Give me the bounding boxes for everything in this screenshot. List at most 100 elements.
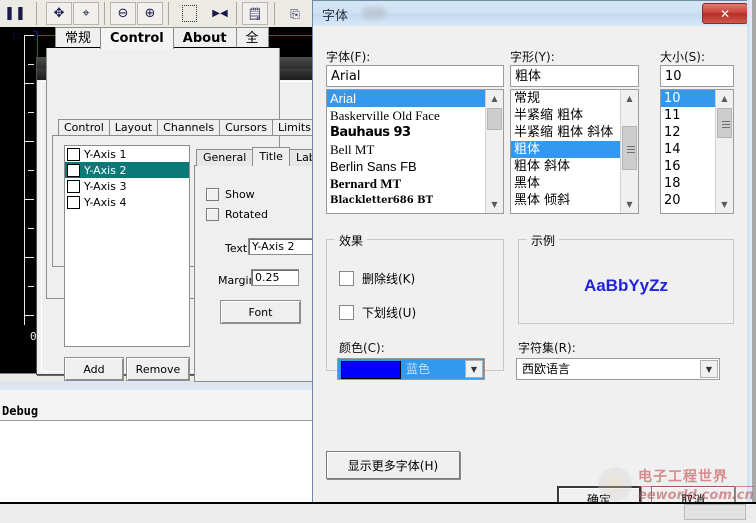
axis-checkbox[interactable] [67, 147, 80, 161]
pan-button[interactable]: ✥ [46, 2, 72, 25]
tab-control[interactable]: Control [100, 27, 174, 49]
axis-tick [24, 199, 34, 200]
font-family-listbox[interactable]: Arial Baskerville Old Face Bauhaus 93 Be… [326, 89, 504, 214]
list-item[interactable]: 半紧缩 粗体 [511, 107, 621, 124]
list-item[interactable]: 12 [661, 124, 716, 141]
list-item[interactable]: 粗体 [511, 141, 621, 158]
list-item[interactable]: Arial [327, 90, 486, 107]
font-style-input[interactable]: 粗体 [510, 65, 639, 87]
properties-button[interactable]: 🗒 [242, 2, 268, 25]
show-checkbox-row[interactable]: Show [206, 188, 255, 201]
list-item[interactable]: 20 [661, 192, 716, 209]
list-item[interactable]: 18 [661, 175, 716, 192]
show-label: Show [225, 188, 255, 201]
scroll-down-icon[interactable]: ▼ [621, 196, 638, 213]
margin-input[interactable]: 0.25 [251, 269, 299, 286]
zoom-out-button[interactable]: ⊖ [110, 2, 136, 25]
list-item[interactable]: Bernard MT [327, 175, 486, 192]
axis-checkbox[interactable] [67, 163, 80, 177]
debug-label: Debug [2, 404, 39, 418]
list-item[interactable]: Bell MT [327, 141, 486, 158]
rotated-checkbox[interactable] [206, 208, 219, 221]
axis-tick [24, 83, 34, 84]
scrollbar-thumb[interactable] [487, 108, 502, 130]
zoom-in-button[interactable]: ⊕ [137, 2, 163, 25]
title-text-input[interactable]: Y-Axis 2 [248, 238, 318, 255]
scrollbar-vertical[interactable]: ▲ ▼ [485, 90, 503, 213]
underline-checkbox[interactable] [339, 305, 354, 320]
scroll-up-icon[interactable]: ▲ [486, 90, 503, 107]
list-item[interactable]: 黑体 倾斜 [511, 192, 621, 209]
show-checkbox[interactable] [206, 188, 219, 201]
subtab-channels[interactable]: Channels [157, 119, 221, 136]
y-axis-listbox[interactable]: Y-Axis 1 Y-Axis 2 Y-Axis 3 Y-Axis 4 [64, 145, 190, 347]
tab-all[interactable]: 全 [235, 27, 269, 47]
taskbar[interactable] [0, 502, 756, 523]
font-dialog-titlebar[interactable]: 字体 ✕ [313, 1, 755, 26]
charset-combobox[interactable]: 西欧语言 ▼ [516, 358, 720, 380]
sample-group: 示例 AaBbYyZz [518, 232, 734, 324]
list-item[interactable]: Baskerville Old Face [327, 107, 486, 124]
close-button[interactable]: ✕ [702, 3, 748, 24]
taskbar-tray[interactable] [684, 504, 746, 520]
font-size-listbox[interactable]: 10 11 12 14 16 18 20 ▲ ▼ [660, 89, 734, 214]
list-item[interactable]: Blackletter686 BT [327, 192, 486, 209]
font-button[interactable]: Font [220, 300, 301, 324]
list-item[interactable]: 11 [661, 107, 716, 124]
add-button[interactable]: Add [64, 357, 124, 381]
list-item[interactable]: Y-Axis 3 [65, 178, 189, 194]
list-item[interactable]: Bauhaus 93 [327, 124, 486, 141]
list-item[interactable]: 14 [661, 141, 716, 158]
list-item[interactable]: 常规 [511, 90, 621, 107]
chevron-down-icon[interactable]: ▼ [465, 360, 483, 378]
zoom-region-button[interactable]: ⌖ [73, 2, 99, 25]
subtab-cursors[interactable]: Cursors [219, 119, 273, 136]
axis-tick-minor [28, 112, 34, 113]
scroll-down-icon[interactable]: ▼ [716, 196, 733, 213]
pause-button[interactable]: ❚❚ [2, 2, 28, 25]
toolbar-separator [36, 2, 37, 25]
strikeout-checkbox[interactable] [339, 271, 354, 286]
list-item[interactable]: 半紧缩 粗体 斜体 [511, 124, 621, 141]
axis-checkbox[interactable] [67, 195, 80, 209]
font-family-input[interactable]: Arial [326, 65, 504, 87]
list-item[interactable]: Berlin Sans FB [327, 158, 486, 175]
list-item[interactable]: 粗体 斜体 [511, 158, 621, 175]
scrollbar-thumb[interactable] [622, 126, 637, 170]
fit-width-button[interactable]: ▶◀ [207, 2, 233, 25]
remove-button[interactable]: Remove [126, 357, 190, 381]
tab-general[interactable]: 常规 [55, 27, 102, 47]
list-item[interactable]: Y-Axis 2 [65, 162, 189, 178]
copy-button[interactable]: ⎘ [282, 2, 308, 25]
scrollbar-thumb[interactable] [717, 108, 732, 138]
color-combobox[interactable]: 蓝色 ▼ [337, 358, 485, 380]
show-more-fonts-button[interactable]: 显示更多字体(H) [326, 451, 460, 479]
scrollbar-vertical[interactable]: ▲ ▼ [620, 90, 638, 213]
rotated-checkbox-row[interactable]: Rotated [206, 208, 268, 221]
pin-icon[interactable]: ⚐ [11, 31, 23, 46]
list-item[interactable]: 黑体 [511, 175, 621, 192]
chevron-down-icon[interactable]: ▼ [700, 360, 718, 378]
font-style-listbox[interactable]: 常规 半紧缩 粗体 半紧缩 粗体 斜体 粗体 粗体 斜体 黑体 黑体 倾斜 ▲ … [510, 89, 639, 214]
list-item[interactable]: Y-Axis 1 [65, 146, 189, 162]
underline-label: 下划线(U) [362, 306, 417, 320]
list-item[interactable]: Y-Axis 4 [65, 194, 189, 210]
scroll-down-icon[interactable]: ▼ [486, 196, 503, 213]
scrollbar-vertical[interactable]: ▲ ▼ [715, 90, 733, 213]
subtab-limits[interactable]: Limits [271, 119, 317, 136]
strikeout-row[interactable]: 删除线(K) [339, 270, 415, 287]
subtab-layout[interactable]: Layout [108, 119, 159, 136]
tab-about[interactable]: About [172, 27, 237, 47]
scroll-up-icon[interactable]: ▲ [716, 90, 733, 107]
help-icon[interactable]: ? [32, 29, 40, 44]
font-size-input[interactable]: 10 [660, 65, 734, 87]
list-item[interactable]: 10 [661, 90, 716, 107]
tab-general-axis[interactable]: General [196, 149, 254, 166]
list-item[interactable]: 16 [661, 158, 716, 175]
scroll-up-icon[interactable]: ▲ [621, 90, 638, 107]
subtab-control[interactable]: Control [58, 119, 110, 136]
tab-title-axis[interactable]: Title [252, 147, 290, 166]
underline-row[interactable]: 下划线(U) [339, 304, 416, 321]
select-region-button[interactable] [176, 2, 202, 25]
axis-checkbox[interactable] [67, 179, 80, 193]
